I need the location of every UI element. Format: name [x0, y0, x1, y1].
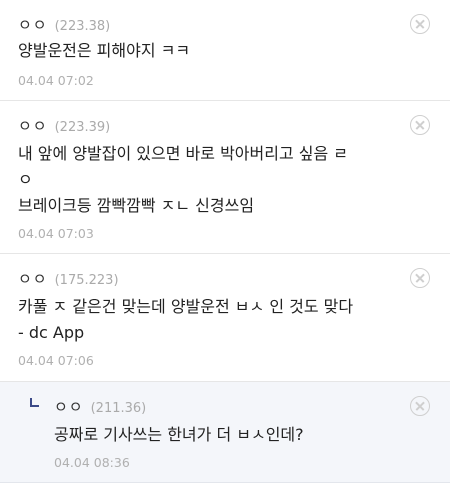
- delete-icon[interactable]: [410, 14, 430, 34]
- comment-line: - dc App: [18, 323, 85, 342]
- comment-line: 양발운전은 피해야지 ㅋㅋ: [18, 41, 191, 60]
- ip-address: (211.36): [90, 401, 147, 416]
- ip-address: (223.39): [54, 120, 111, 135]
- comment-header: ㅇㅇ (175.223): [18, 268, 119, 289]
- comment-list: ㅇㅇ (223.38) 양발운전은 피해야지 ㅋㅋ 04.04 07:02 ㅇㅇ…: [0, 0, 450, 483]
- nickname[interactable]: ㅇㅇ: [54, 396, 84, 417]
- comment-line: 브레이크등 깜빡깜빡 ㅈㄴ 신경쓰임: [18, 196, 255, 215]
- comment-line: ㅇ: [18, 170, 33, 189]
- nickname[interactable]: ㅇㅇ: [18, 115, 48, 136]
- comment-text: 공짜로 기사쓰는 한녀가 더 ㅂㅅ인데?: [54, 422, 436, 448]
- comment-line: 카풀 ㅈ 같은건 맞는데 양발운전 ㅂㅅ 인 것도 맞다: [18, 297, 354, 316]
- comment-item: ㅇㅇ (223.39) 내 앞에 양발잡이 있으면 바로 박아버리고 싶음 ㄹ …: [0, 101, 450, 254]
- delete-icon[interactable]: [410, 396, 430, 416]
- ip-address: (175.223): [54, 273, 119, 288]
- reply-arrow-icon: [30, 398, 39, 407]
- comment-line: 공짜로 기사쓰는 한녀가 더 ㅂㅅ인데?: [54, 425, 304, 444]
- comment-date: 04.04 07:03: [18, 226, 94, 241]
- nickname[interactable]: ㅇㅇ: [18, 14, 48, 35]
- comment-date: 04.04 08:36: [54, 455, 130, 470]
- nickname[interactable]: ㅇㅇ: [18, 268, 48, 289]
- comment-header: ㅇㅇ (211.36): [54, 396, 146, 417]
- comment-line: 내 앞에 양발잡이 있으면 바로 박아버리고 싶음 ㄹ: [18, 144, 349, 163]
- ip-address: (223.38): [54, 19, 111, 34]
- reply-item: ㅇㅇ (211.36) 공짜로 기사쓰는 한녀가 더 ㅂㅅ인데? 04.04 0…: [0, 382, 450, 483]
- comment-item: ㅇㅇ (175.223) 카풀 ㅈ 같은건 맞는데 양발운전 ㅂㅅ 인 것도 맞…: [0, 254, 450, 382]
- comment-text: 양발운전은 피해야지 ㅋㅋ: [18, 38, 436, 64]
- comment-header: ㅇㅇ (223.38): [18, 14, 110, 35]
- comment-item: ㅇㅇ (223.38) 양발운전은 피해야지 ㅋㅋ 04.04 07:02: [0, 0, 450, 101]
- delete-icon[interactable]: [410, 115, 430, 135]
- comment-date: 04.04 07:02: [18, 73, 94, 88]
- delete-icon[interactable]: [410, 268, 430, 288]
- comment-header: ㅇㅇ (223.39): [18, 115, 110, 136]
- comment-date: 04.04 07:06: [18, 353, 94, 368]
- comment-text: 카풀 ㅈ 같은건 맞는데 양발운전 ㅂㅅ 인 것도 맞다 - dc App: [18, 294, 436, 346]
- comment-text: 내 앞에 양발잡이 있으면 바로 박아버리고 싶음 ㄹ ㅇ 브레이크등 깜빡깜빡…: [18, 141, 436, 219]
